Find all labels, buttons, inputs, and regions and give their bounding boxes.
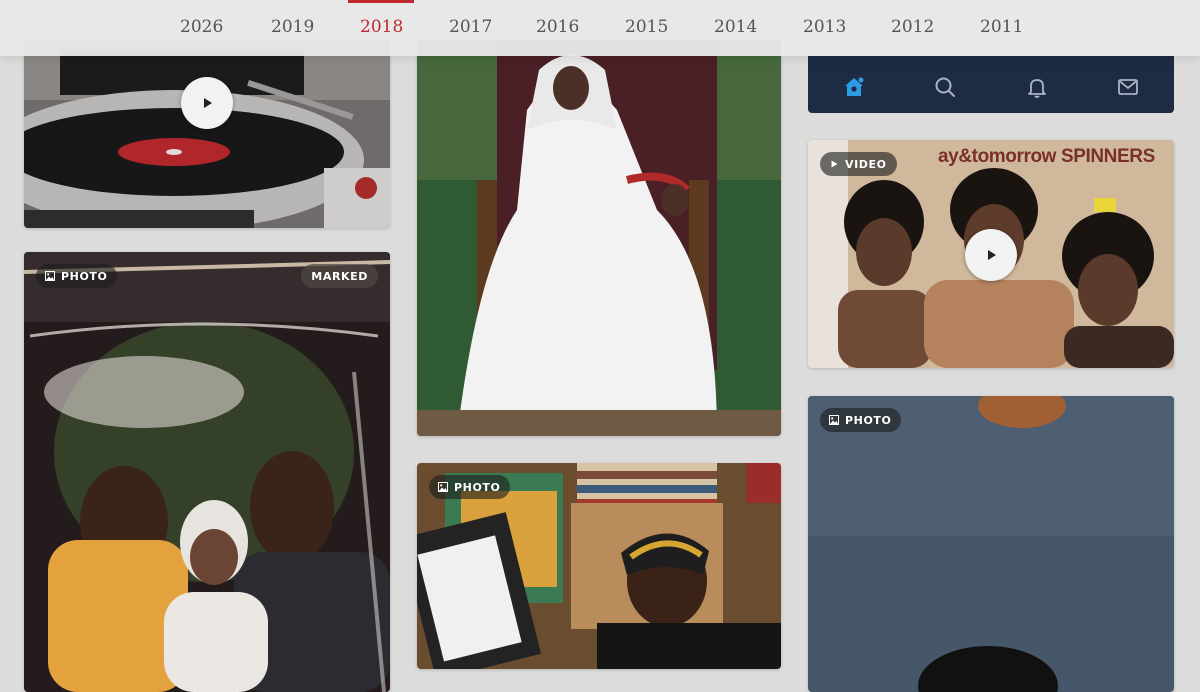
play-button[interactable] <box>965 229 1017 281</box>
search-button[interactable] <box>933 75 957 99</box>
marked-label: MARKED <box>311 269 368 283</box>
play-icon <box>988 250 996 260</box>
year-link-2014[interactable]: 2014 <box>714 17 757 41</box>
records-photo-card[interactable]: PHOTO <box>417 463 781 669</box>
family-photo-card[interactable]: PHOTO MARKED <box>24 252 390 692</box>
year-link-2026[interactable]: 2026 <box>180 17 223 41</box>
messages-button[interactable] <box>1116 75 1140 99</box>
blue-portrait-card[interactable]: PHOTO <box>808 396 1174 692</box>
album-title-text: ay&tomorrow SPINNERS <box>938 146 1155 167</box>
badge-label: PHOTO <box>845 413 892 427</box>
marked-badge: MARKED <box>301 264 378 288</box>
photo-badge: PHOTO <box>429 475 511 499</box>
active-year-indicator <box>348 0 414 3</box>
play-button[interactable] <box>181 77 233 129</box>
search-icon <box>935 77 955 97</box>
woman-portrait-card[interactable] <box>417 40 781 436</box>
image-icon <box>45 271 55 281</box>
image-icon <box>829 415 839 425</box>
home-icon <box>845 77 864 96</box>
year-link-2015[interactable]: 2015 <box>625 17 668 41</box>
photo-badge: PHOTO <box>820 408 902 432</box>
year-link-2018[interactable]: 2018 <box>360 17 403 41</box>
year-link-2019[interactable]: 2019 <box>271 17 314 41</box>
badge-label: VIDEO <box>845 157 887 171</box>
play-small-icon <box>831 160 838 168</box>
family-photo-image <box>24 252 390 692</box>
video-badge: VIDEO <box>820 152 897 176</box>
year-link-2016[interactable]: 2016 <box>536 17 579 41</box>
year-link-2012[interactable]: 2012 <box>891 17 934 41</box>
badge-label: PHOTO <box>61 269 108 283</box>
image-icon <box>438 482 448 492</box>
year-link-2017[interactable]: 2017 <box>449 17 492 41</box>
record-player-image <box>24 40 390 228</box>
woman-portrait-image <box>417 40 781 436</box>
badge-label: PHOTO <box>454 480 501 494</box>
mail-icon <box>1118 79 1138 95</box>
play-icon <box>204 98 212 108</box>
photo-badge: PHOTO <box>36 264 118 288</box>
home-button[interactable] <box>842 75 866 99</box>
year-navigation: 2026 2019 2018 2017 2016 2015 2014 2013 … <box>0 0 1200 56</box>
year-link-2011[interactable]: 2011 <box>980 17 1023 41</box>
year-link-2013[interactable]: 2013 <box>803 17 846 41</box>
notifications-button[interactable] <box>1025 75 1049 99</box>
blue-portrait-image <box>808 396 1174 692</box>
app-navigation-bar <box>808 56 1174 113</box>
record-player-video-card[interactable] <box>24 40 390 228</box>
spinners-video-card[interactable]: ay&tomorrow SPINNERS VIDEO <box>808 140 1174 368</box>
bell-icon <box>1028 79 1046 98</box>
